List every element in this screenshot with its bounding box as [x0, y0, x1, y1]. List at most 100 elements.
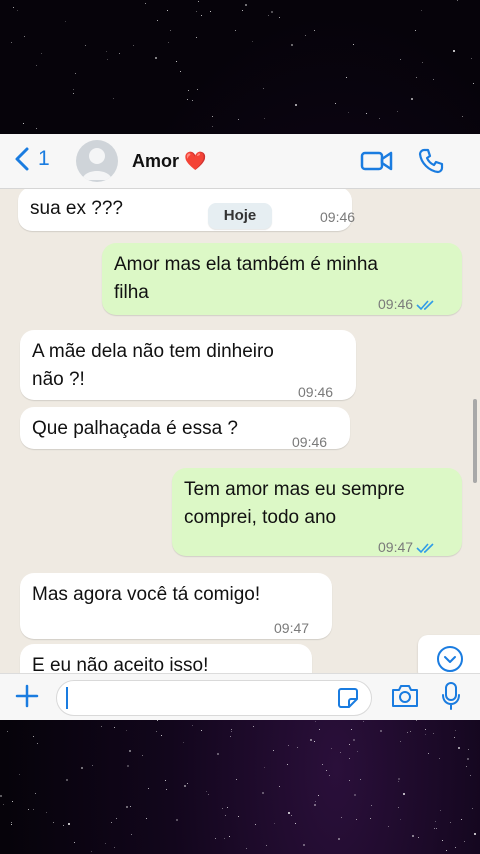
star-dot — [81, 767, 83, 769]
star-dot — [436, 828, 437, 829]
star-dot — [242, 10, 243, 11]
star-dot — [461, 819, 462, 820]
message-input[interactable] — [56, 680, 372, 716]
star-dot — [119, 53, 120, 54]
star-dot — [217, 753, 219, 755]
whatsapp-chat-screen: 1 Amor ❤️ sua ex ??? 09:46 Hoje Amor mas… — [0, 134, 480, 720]
scroll-to-bottom-button[interactable] — [418, 635, 480, 673]
message-bubble-outgoing[interactable]: Amor mas ela também é minha filha 09:46 — [102, 243, 462, 315]
unread-count: 1 — [38, 147, 50, 170]
avatar[interactable] — [76, 140, 118, 182]
message-bubble-incoming[interactable]: Que palhaçada é essa ? 09:46 — [20, 407, 350, 450]
star-dot — [192, 725, 193, 726]
message-time: 09:47 — [378, 533, 436, 561]
star-dot — [73, 89, 74, 90]
star-dot — [314, 741, 315, 742]
star-dot — [354, 794, 356, 796]
message-time: 09:46 — [292, 434, 328, 450]
star-dot — [73, 93, 74, 94]
microphone-icon[interactable] — [440, 681, 462, 711]
star-dot — [291, 815, 292, 816]
star-dot — [341, 817, 342, 818]
chevron-left-icon — [15, 147, 29, 171]
star-dot — [439, 758, 440, 759]
star-dot — [349, 780, 350, 781]
star-dot — [176, 819, 178, 821]
avatar-placeholder-icon — [82, 148, 112, 180]
message-list[interactable]: sua ex ??? 09:46 Hoje Amor mas ela també… — [0, 189, 480, 673]
star-dot — [370, 818, 371, 819]
star-dot — [403, 793, 405, 795]
star-dot — [274, 823, 275, 824]
star-dot — [472, 808, 473, 809]
star-dot — [133, 45, 134, 46]
star-dot — [455, 847, 456, 848]
message-bubble-outgoing[interactable]: Tem amor mas eu sempre comprei, todo ano… — [172, 468, 462, 556]
star-dot — [196, 11, 197, 12]
star-dot — [230, 736, 231, 737]
star-dot — [208, 794, 209, 795]
camera-icon[interactable] — [390, 683, 420, 709]
star-dot — [326, 770, 327, 771]
phone-icon[interactable] — [418, 148, 444, 174]
star-dot — [470, 775, 471, 776]
star-dot — [187, 783, 188, 784]
star-dot — [455, 730, 456, 731]
star-dot — [236, 779, 237, 780]
star-dot — [319, 729, 320, 730]
star-dot — [450, 822, 451, 823]
star-dot — [422, 62, 423, 63]
star-dot — [235, 30, 236, 31]
star-dot — [287, 764, 288, 765]
star-dot — [353, 44, 354, 45]
star-dot — [433, 733, 434, 734]
star-dot — [196, 37, 197, 38]
star-dot — [229, 836, 230, 837]
message-text: Que palhaçada é essa ? — [32, 418, 238, 439]
message-time: 09:47 — [254, 664, 289, 673]
message-bubble-incoming[interactable]: sua ex ??? 09:46 — [18, 189, 355, 231]
message-bubble-incoming[interactable]: A mãe dela não tem dinheiro não ?! 09:46 — [20, 330, 356, 400]
heart-emoji: ❤️ — [184, 151, 207, 171]
message-text-line: não ?! — [32, 369, 85, 390]
star-dot — [397, 111, 398, 112]
sticker-icon[interactable] — [337, 687, 359, 709]
date-divider: Hoje — [208, 203, 272, 229]
message-time-text: 09:46 — [378, 296, 414, 312]
star-dot — [357, 751, 358, 752]
star-dot — [349, 744, 350, 745]
star-dot — [366, 113, 367, 114]
back-button[interactable]: 1 — [12, 146, 50, 172]
star-dot — [176, 61, 177, 62]
star-dot — [462, 116, 463, 117]
star-dot — [212, 116, 213, 117]
scrollbar[interactable] — [473, 399, 477, 483]
star-dot — [400, 741, 401, 742]
star-dot — [210, 11, 211, 12]
video-camera-icon[interactable] — [360, 148, 394, 174]
star-dot — [315, 801, 316, 802]
star-dot — [253, 726, 254, 727]
star-dot — [468, 749, 469, 750]
message-bubble-incoming[interactable]: E eu não aceito isso! 09:47 — [20, 644, 312, 673]
star-dot — [68, 823, 70, 825]
star-dot — [464, 841, 465, 842]
star-dot — [238, 119, 239, 120]
star-dot — [349, 758, 350, 759]
star-dot — [157, 720, 158, 721]
contact-name-area[interactable]: Amor ❤️ — [132, 151, 206, 172]
star-dot — [66, 779, 68, 781]
star-dot — [279, 17, 280, 18]
star-dot — [183, 742, 184, 743]
message-bubble-incoming[interactable]: Mas agora você tá comigo! 09:47 — [20, 573, 332, 639]
star-dot — [288, 745, 289, 746]
star-dot — [111, 822, 112, 823]
plus-icon[interactable] — [14, 683, 40, 709]
star-dot — [36, 128, 37, 129]
star-dot — [197, 89, 198, 90]
star-dot — [11, 42, 12, 43]
star-dot — [353, 739, 355, 741]
star-dot — [421, 10, 422, 11]
star-dot — [288, 812, 290, 814]
star-dot — [416, 720, 417, 721]
